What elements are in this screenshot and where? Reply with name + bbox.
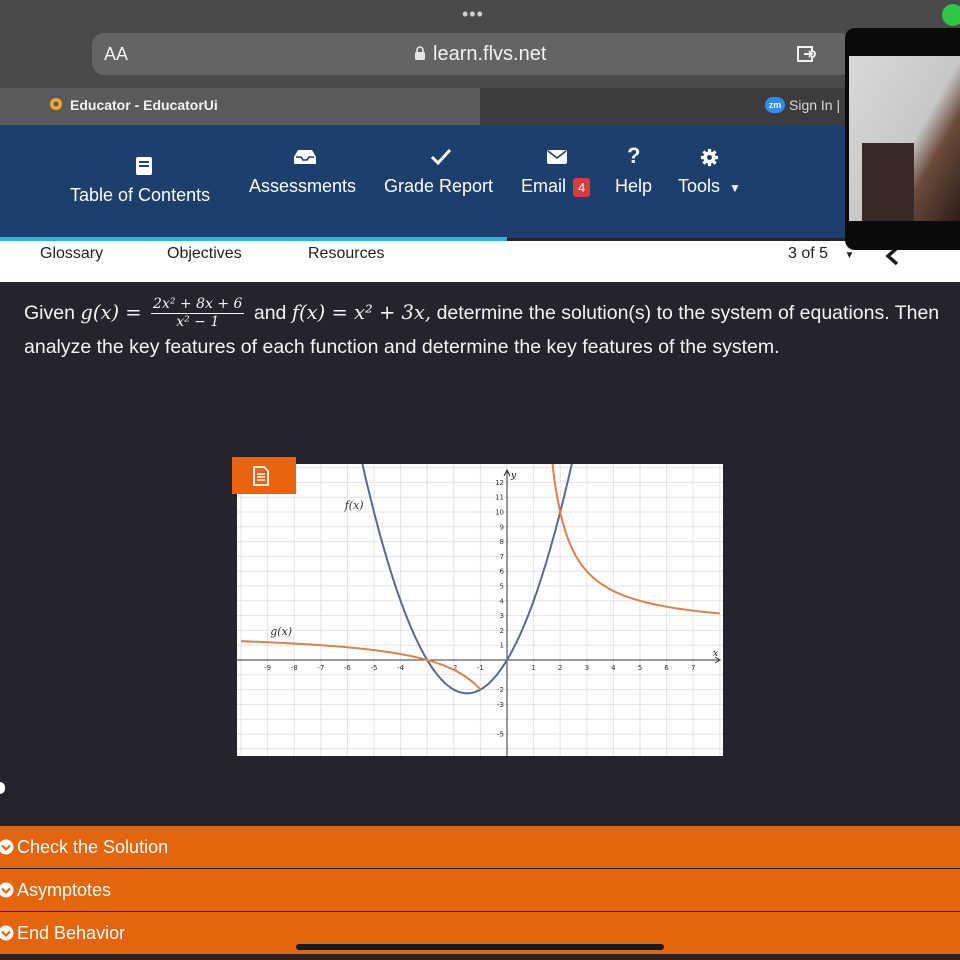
x-tick-label: 6 (664, 664, 669, 672)
g-curve-right (551, 461, 720, 615)
zoom-icon: zm (765, 97, 785, 113)
y-tick-label: 5 (500, 583, 504, 591)
subnav-resources[interactable]: Resources (308, 245, 384, 263)
graph-panel: x y -9 -8 -7 -6 -5 -4 -2 -1 1 2 3 4 5 6 7 12 11 10 9 8 7 6 5 4 3 2 1… (237, 461, 723, 756)
y-tick-label: 1 (500, 642, 504, 650)
url-text[interactable]: learn.flvs.net (433, 43, 546, 66)
envelope-icon (547, 150, 567, 164)
function-graph: xy-9 -8 -7 -6 -5 -4 -2 -1 1 2 3 4 5 6 7121110987654321… (237, 461, 723, 756)
x-tick-label: -4 (397, 664, 405, 672)
x-tick-label: 4 (611, 664, 616, 672)
accordion-check-solution[interactable]: Check the Solution (0, 826, 960, 868)
x-tick-label: -6 (344, 664, 352, 672)
y-tick-label: 11 (495, 494, 504, 502)
y-tick-label: -5 (497, 731, 504, 739)
caret-down-icon: ▼ (729, 181, 741, 195)
page-indicator[interactable]: 3 of 5 ▼ (788, 245, 854, 263)
inbox-icon (294, 150, 316, 164)
x-tick-label: -8 (291, 664, 298, 672)
y-tick-label: 2 (500, 627, 504, 635)
y-tick-label: 8 (500, 538, 504, 546)
g-denominator: x² − 1 (176, 314, 220, 331)
side-handle[interactable] (0, 782, 5, 794)
page-indicator-text: 3 of 5 (788, 245, 829, 262)
x-tick-label: -7 (317, 664, 324, 672)
subnav-objectives[interactable]: Objectives (167, 245, 242, 263)
question-text: Given g(x) = 2x² + 8x + 6 x² − 1 and f(x… (24, 296, 944, 364)
accordion-asymptotes[interactable]: Asymptotes (0, 869, 960, 911)
y-tick-label: -3 (497, 701, 504, 709)
y-tick-label: 4 (500, 597, 505, 605)
nav-assessments[interactable]: Assessments (249, 176, 356, 197)
nav-grade-report[interactable]: Grade Report (384, 176, 493, 197)
nav-tools-label: Tools (678, 176, 721, 196)
recording-indicator (942, 4, 960, 26)
y-tick-label: 3 (500, 612, 504, 620)
check-icon (430, 148, 452, 166)
accordion-label: Check the Solution (17, 837, 169, 857)
nav-table-of-contents[interactable]: Table of Contents (70, 185, 210, 206)
zoom-sign-in-link[interactable]: Sign In | (789, 97, 840, 113)
g-function-label: g(x) = (80, 301, 142, 324)
nav-help[interactable]: Help (615, 176, 652, 197)
book-icon (136, 157, 152, 175)
nav-email[interactable]: Email 4 (521, 176, 591, 197)
chevron-circle-down-icon (0, 925, 14, 941)
y-axis-label: y (510, 471, 517, 481)
x-tick-label: 2 (558, 664, 562, 672)
x-axis-label: x (713, 649, 718, 659)
location-pin-icon (50, 98, 62, 110)
x-tick-label: -9 (264, 664, 271, 672)
email-count-badge: 4 (573, 177, 591, 197)
x-tick-label: 1 (531, 664, 535, 672)
y-tick-label: -2 (497, 686, 504, 694)
x-tick-label: 5 (638, 664, 642, 672)
x-tick-label: -1 (477, 664, 484, 672)
y-tick-label: 6 (500, 568, 505, 576)
g-curve-label: g(x) (270, 625, 292, 638)
tab-title: Educator - EducatorUi (70, 97, 218, 113)
nav-tools[interactable]: Tools ▼ (678, 176, 741, 197)
y-tick-label: 7 (500, 553, 504, 561)
g-fraction: 2x² + 8x + 6 x² − 1 (151, 296, 245, 331)
x-tick-label: -5 (371, 664, 378, 672)
gear-icon (700, 148, 719, 167)
reader-aa-button[interactable]: AA (104, 44, 128, 65)
chevron-circle-down-icon (0, 839, 14, 855)
g-numerator: 2x² + 8x + 6 (151, 296, 245, 315)
y-tick-label: 10 (495, 509, 504, 517)
extension-icon[interactable] (796, 44, 822, 64)
question-icon: ? (627, 143, 641, 168)
chevron-circle-down-icon (0, 882, 14, 898)
question-given: Given (24, 302, 75, 324)
webcam-background-door (862, 143, 914, 221)
subnav-glossary[interactable]: Glossary (40, 245, 103, 263)
nav-email-label: Email (521, 176, 567, 196)
x-tick-label: 3 (585, 664, 589, 672)
lock-icon (415, 46, 425, 60)
f-function-expression: f(x) = x² + 3x, (291, 301, 432, 324)
y-tick-label: 12 (495, 479, 504, 487)
f-curve (361, 462, 574, 695)
question-and: and (253, 302, 287, 324)
accordion-label: Asymptotes (17, 880, 112, 900)
caret-down-icon: ▼ (844, 250, 855, 261)
x-tick-label: 7 (691, 664, 695, 672)
y-tick-label: 9 (500, 523, 504, 531)
home-indicator (296, 944, 664, 950)
f-curve-label: f(x) (344, 499, 364, 512)
accordion-label: End Behavior (17, 923, 126, 943)
more-dots-icon[interactable]: ••• (462, 4, 484, 25)
document-icon (253, 466, 269, 486)
